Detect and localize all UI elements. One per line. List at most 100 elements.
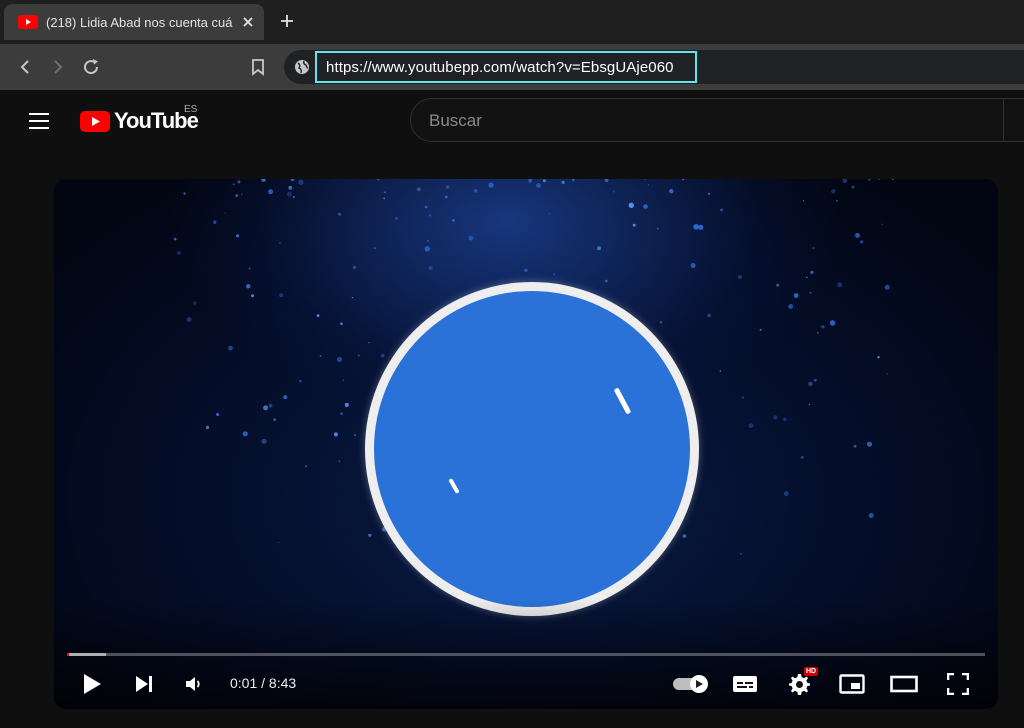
particle (279, 293, 284, 298)
particle (604, 179, 609, 183)
particle (373, 247, 376, 250)
particle (273, 418, 276, 422)
particle (682, 534, 687, 538)
particle (643, 204, 648, 209)
bookmark-icon[interactable] (247, 56, 269, 78)
autoplay-toggle-icon[interactable] (671, 668, 711, 700)
browser-tab-strip: (218) Lidia Abad nos cuenta cuá (0, 0, 1024, 44)
particle (707, 313, 711, 318)
particle (224, 212, 227, 214)
particle (698, 224, 704, 230)
particle (205, 425, 210, 430)
particle (279, 242, 281, 244)
particle (597, 246, 601, 251)
particle (426, 239, 429, 242)
particle (193, 301, 197, 305)
particle (773, 415, 778, 420)
particle (286, 191, 292, 197)
particle (213, 220, 217, 224)
back-icon[interactable] (14, 56, 36, 78)
particle (536, 183, 542, 188)
particle (333, 432, 338, 437)
particle (283, 395, 288, 400)
particle (806, 276, 808, 279)
search-box (410, 98, 1024, 142)
particle (251, 294, 254, 298)
youtube-logo[interactable]: YouTube (80, 107, 199, 135)
close-tab-icon[interactable] (240, 14, 256, 30)
bubble-highlight (448, 478, 460, 494)
particle (268, 189, 274, 195)
particle (216, 412, 220, 417)
particle (383, 197, 386, 200)
url-field[interactable]: https://www.youtubepp.com/watch?v=EbsgUA… (315, 51, 697, 83)
particle (831, 189, 836, 194)
particle (446, 185, 450, 189)
subtitles-icon[interactable] (729, 668, 761, 700)
particle (288, 185, 293, 190)
particle (812, 247, 815, 250)
video-player[interactable]: 0:01 / 8:43 HD (54, 179, 998, 709)
particle (604, 279, 608, 283)
site-info-globe-icon[interactable] (292, 57, 312, 77)
particle (802, 200, 805, 202)
particle (759, 328, 762, 332)
particle (237, 180, 241, 184)
particle (835, 199, 838, 202)
particle (741, 396, 745, 399)
particle (263, 405, 269, 411)
progress-buffered (69, 653, 106, 656)
time-display: 0:01 / 8:43 (230, 675, 297, 691)
particle (268, 403, 273, 408)
particle (800, 456, 804, 459)
theater-mode-icon[interactable] (888, 668, 920, 700)
particle (290, 179, 295, 181)
particle (776, 283, 780, 287)
volume-icon[interactable] (178, 668, 210, 700)
new-tab-icon[interactable] (277, 11, 297, 31)
particle (368, 342, 370, 344)
particle (659, 321, 663, 324)
particle (278, 541, 280, 544)
particle (384, 191, 386, 194)
particle (177, 251, 181, 255)
search-input[interactable] (427, 109, 991, 133)
next-icon[interactable] (128, 668, 160, 700)
play-icon[interactable] (76, 668, 108, 700)
particle (444, 195, 448, 199)
bubble-graphic (365, 282, 699, 616)
miniplayer-icon[interactable] (836, 668, 868, 700)
particle (488, 182, 494, 188)
particle (542, 179, 546, 183)
particle (232, 183, 235, 186)
progress-bar[interactable] (67, 653, 985, 656)
particle (793, 293, 799, 298)
fullscreen-icon[interactable] (942, 668, 974, 700)
particle (628, 202, 634, 208)
particle (235, 194, 239, 197)
particle (612, 190, 616, 193)
particle (561, 180, 565, 184)
particle (376, 179, 380, 181)
particle (644, 179, 646, 180)
particle (707, 192, 711, 196)
tab-title: (218) Lidia Abad nos cuenta cuá (46, 14, 233, 30)
particle (304, 465, 308, 468)
particle (183, 192, 186, 195)
particle (809, 291, 812, 294)
reload-icon[interactable] (80, 56, 102, 78)
browser-tab[interactable]: (218) Lidia Abad nos cuenta cuá (4, 4, 264, 40)
hamburger-menu-icon[interactable] (26, 108, 52, 134)
particle (428, 266, 433, 270)
particle (342, 379, 345, 382)
particle (886, 373, 888, 375)
particle (292, 196, 295, 198)
particle (719, 370, 722, 372)
particle (808, 403, 811, 406)
url-text: https://www.youtubepp.com/watch?v=EbsgUA… (326, 58, 674, 76)
particle (380, 353, 385, 358)
particle (468, 235, 474, 241)
forward-icon[interactable] (47, 56, 69, 78)
particle (228, 345, 233, 351)
particle (316, 314, 320, 317)
